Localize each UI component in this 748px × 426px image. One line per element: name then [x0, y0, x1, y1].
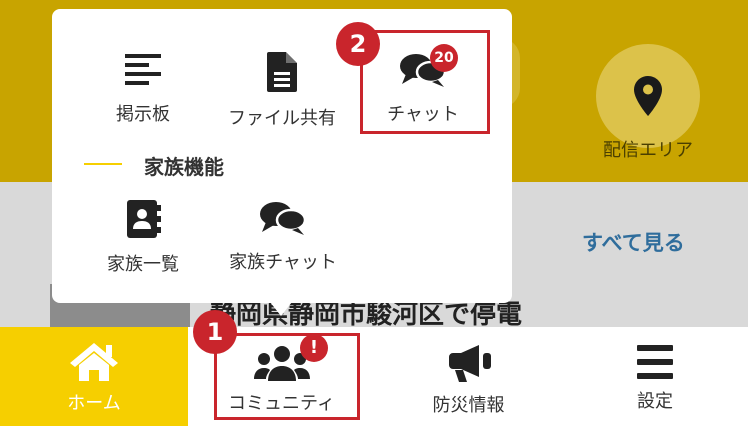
menu-item-label: 掲示板 — [116, 104, 170, 125]
section-divider — [84, 163, 122, 165]
home-icon — [70, 343, 118, 381]
address-book-icon — [127, 200, 161, 238]
list-icon — [125, 54, 161, 85]
step-badge-2: 2 — [336, 22, 380, 66]
nav-tab-disaster-info[interactable]: 防災情報 — [375, 327, 562, 426]
nav-tab-home[interactable]: ホーム — [0, 327, 188, 426]
nav-tab-label: 設定 — [637, 391, 673, 412]
see-all-link[interactable]: すべて見る — [582, 227, 685, 257]
menu-item-family-chat[interactable]: 家族チャット — [212, 200, 354, 274]
nav-tab-settings[interactable]: 設定 — [562, 327, 748, 426]
menu-item-family-list[interactable]: 家族一覧 — [92, 200, 194, 276]
menu-icon — [637, 345, 673, 379]
delivery-area-label: 配信エリア — [603, 140, 693, 161]
megaphone-icon — [448, 345, 491, 382]
community-highlight-box — [214, 333, 360, 420]
menu-item-label: 家族チャット — [229, 252, 337, 273]
delivery-area-button[interactable] — [596, 44, 700, 148]
nav-tab-label: 防災情報 — [432, 395, 505, 416]
file-icon — [267, 52, 297, 92]
section-title-family: 家族機能 — [144, 155, 224, 179]
popup-arrow — [270, 302, 292, 316]
map-pin-icon — [634, 76, 662, 116]
menu-item-file-share[interactable]: ファイル共有 — [212, 52, 352, 130]
step-badge-1: 1 — [193, 310, 237, 354]
nav-tab-label: ホーム — [67, 393, 121, 414]
bottom-navigation: ホーム コミュニティ 防災情報 設定 — [0, 327, 748, 426]
menu-item-board[interactable]: 掲示板 — [102, 52, 184, 126]
menu-item-label: 家族一覧 — [107, 254, 179, 275]
chat-icon — [260, 202, 306, 235]
menu-item-label: ファイル共有 — [228, 108, 336, 129]
